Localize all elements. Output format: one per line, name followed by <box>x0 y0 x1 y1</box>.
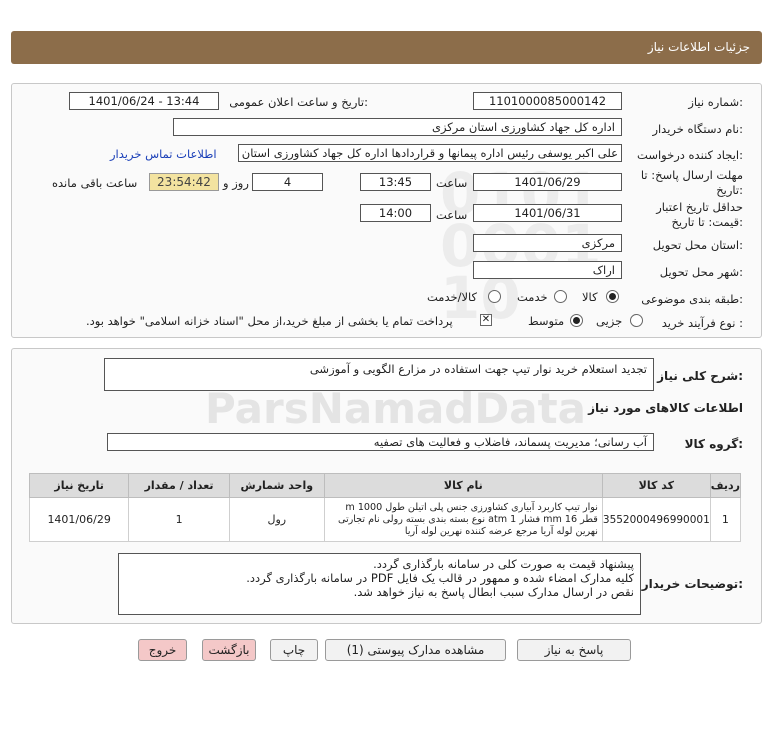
table-header-row: ردیف کد کالا نام کالا واحد شمارش تعداد /… <box>28 473 742 498</box>
announce-label: تاریخ و ساعت اعلان عمومی: <box>229 95 368 109</box>
deadline-label-line1: مهلت ارسال پاسخ: تا <box>640 168 743 182</box>
category-option-goods-service: کالا/خدمت <box>427 290 478 304</box>
category-label: طبقه بندی موضوعی: <box>641 292 743 306</box>
need-number-field: 1101000085000142 <box>473 92 622 110</box>
category-option-goods: کالا <box>582 290 598 304</box>
treasury-checkbox[interactable]: ✕ <box>480 314 492 326</box>
buyer-notes-label: توضیحات خریدار: <box>641 577 743 591</box>
goods-section-title: اطلاعات کالاهای مورد نیاز <box>588 401 743 415</box>
summary-label: شرح کلی نیاز: <box>657 369 743 383</box>
category-radio-service[interactable] <box>554 290 567 303</box>
buyer-note-line: پیشنهاد قیمت به صورت کلی در سامانه بارگذ… <box>373 557 634 571</box>
category-option-service: خدمت <box>517 290 548 304</box>
col-row: ردیف <box>709 473 742 498</box>
validity-label-line1: حداقل تاریخ اعتبار <box>656 200 743 214</box>
buyer-org-label: نام دستگاه خریدار: <box>652 122 743 136</box>
deadline-label-line2: تاریخ: <box>716 183 743 197</box>
col-unit: واحد شمارش <box>228 473 325 498</box>
process-label: نوع فرآیند خرید : <box>661 316 743 330</box>
buyer-note-line: کلیه مدارک امضاء شده و ممهور در قالب یک … <box>246 571 634 585</box>
validity-time-label: ساعت <box>436 208 468 222</box>
validity-label: حداقل تاریخ اعتبار قیمت: تا تاریخ: <box>656 200 743 230</box>
col-code: کد کالا <box>601 473 711 498</box>
deadline-date-field: 1401/06/29 <box>473 173 622 191</box>
payment-note: پرداخت تمام یا بخشی از مبلغ خرید،از محل … <box>86 314 453 328</box>
view-documents-button[interactable]: مشاهده مدارک پیوستی (1) <box>325 639 506 661</box>
exit-button[interactable]: خروج <box>138 639 187 661</box>
deadline-time-field: 13:45 <box>360 173 431 191</box>
back-button[interactable]: بازگشت <box>202 639 256 661</box>
buyer-org-field: اداره کل جهاد کشاورزی استان مرکزی <box>173 118 622 136</box>
category-radio-goods[interactable] <box>606 290 619 303</box>
cell-date: 1401/06/29 <box>28 497 130 542</box>
province-label: استان محل تحویل: <box>652 238 743 252</box>
process-option-minor: جزیی <box>596 314 623 328</box>
cell-unit: رول <box>228 497 325 542</box>
buyer-note-line: نقص در ارسال مدارک سبب ابطال پاسخ به نیا… <box>353 585 634 599</box>
goods-group-field: آب رسانی؛ مدیریت پسماند، فاضلاب و فعالیت… <box>107 433 654 451</box>
header-bar: جزئیات اطلاعات نیاز <box>11 31 762 64</box>
goods-group-label: گروه کالا: <box>684 437 743 451</box>
cell-row: 1 <box>709 497 742 542</box>
page-title: جزئیات اطلاعات نیاز <box>647 40 750 54</box>
days-label: روز و <box>223 176 249 190</box>
remaining-label: ساعت باقی مانده <box>52 176 138 190</box>
reply-button[interactable]: پاسخ به نیاز <box>517 639 631 661</box>
validity-date-field: 1401/06/31 <box>473 204 622 222</box>
cell-code: 3552000496990001 <box>601 497 711 542</box>
creator-label: ایجاد کننده درخواست: <box>637 148 743 162</box>
deadline-time-label: ساعت <box>436 176 468 190</box>
validity-label-line2: قیمت: تا تاریخ: <box>671 215 743 229</box>
city-label: شهر محل تحویل: <box>659 265 743 279</box>
need-number-label: شماره نیاز: <box>688 95 743 109</box>
col-date: تاریخ نیاز <box>28 473 130 498</box>
contact-info-link[interactable]: اطلاعات تماس خریدار <box>110 147 217 161</box>
cell-name: نوار تیپ کاربرد آبیاری کشاورزی جنس پلی ا… <box>323 497 603 542</box>
creator-field: علی اکبر یوسفی رئیس اداره پیمانها و قرار… <box>238 144 622 162</box>
announce-field: 1401/06/24 - 13:44 <box>69 92 219 110</box>
city-field: اراک <box>473 261 622 279</box>
countdown-timer: 23:54:42 <box>149 173 219 191</box>
validity-time-field: 14:00 <box>360 204 431 222</box>
print-button[interactable]: چاپ <box>270 639 318 661</box>
process-radio-minor[interactable] <box>630 314 643 327</box>
col-name: نام کالا <box>323 473 603 498</box>
summary-field: تجدید استعلام خرید نوار تیپ جهت استفاده … <box>104 358 654 391</box>
buyer-notes-field: پیشنهاد قیمت به صورت کلی در سامانه بارگذ… <box>118 553 641 615</box>
province-field: مرکزی <box>473 234 622 252</box>
goods-table: ردیف کد کالا نام کالا واحد شمارش تعداد /… <box>28 473 742 542</box>
col-qty: تعداد / مقدار <box>128 473 230 498</box>
cell-qty: 1 <box>128 497 230 542</box>
deadline-label: مهلت ارسال پاسخ: تا تاریخ: <box>641 168 743 198</box>
category-radio-goods-service[interactable] <box>488 290 501 303</box>
process-radio-medium[interactable] <box>570 314 583 327</box>
table-row: 1 3552000496990001 نوار تیپ کاربرد آبیار… <box>28 497 742 542</box>
days-field: 4 <box>252 173 323 191</box>
process-option-medium: متوسط <box>528 314 565 328</box>
